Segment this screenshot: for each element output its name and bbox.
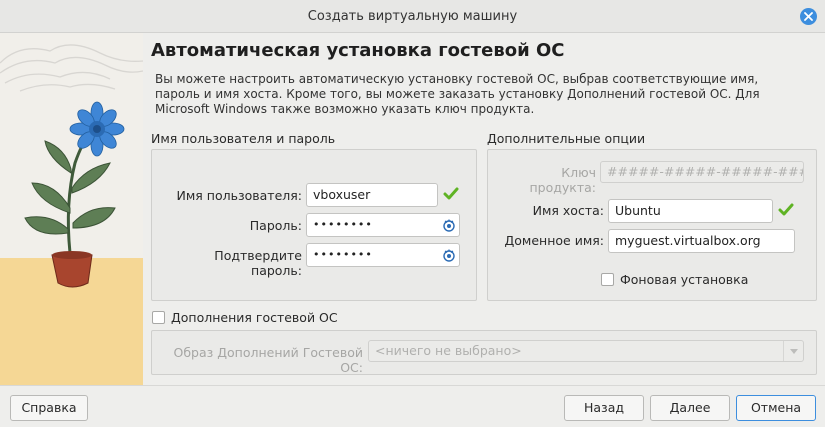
help-button[interactable]: Справка bbox=[10, 395, 88, 421]
options-group-label: Дополнительные опции bbox=[487, 131, 646, 146]
close-icon bbox=[804, 12, 813, 21]
guest-additions-label: Дополнения гостевой ОС bbox=[171, 310, 338, 325]
next-button[interactable]: Далее bbox=[650, 395, 730, 421]
dialog-footer: Справка Назад Далее Отмена bbox=[0, 385, 825, 427]
password-label: Пароль: bbox=[249, 218, 302, 233]
window-title: Создать виртуальную машину bbox=[307, 9, 518, 24]
domain-label: Доменное имя: bbox=[504, 233, 604, 248]
guest-additions-iso-label: Образ Дополнений Гостевой ОС: bbox=[173, 345, 364, 375]
product-key-label: Ключ продукта: bbox=[529, 165, 597, 195]
password-input[interactable]: •••••••• bbox=[306, 213, 460, 237]
close-button[interactable] bbox=[800, 8, 817, 25]
username-input[interactable]: vboxuser bbox=[306, 183, 438, 207]
unattended-label: Фоновая установка bbox=[620, 272, 749, 287]
hostname-label: Имя хоста: bbox=[532, 203, 604, 218]
confirm-password-label: Подтвердите пароль: bbox=[214, 248, 302, 278]
username-label: Имя пользователя: bbox=[176, 188, 302, 203]
hostname-valid-check-icon bbox=[778, 203, 794, 216]
cancel-button[interactable]: Отмена bbox=[736, 395, 816, 421]
back-button[interactable]: Назад bbox=[564, 395, 644, 421]
wizard-illustration bbox=[0, 33, 143, 385]
unattended-checkbox[interactable] bbox=[601, 273, 614, 286]
page-description: Вы можете настроить автоматическую устан… bbox=[155, 72, 760, 116]
confirm-password-input[interactable]: •••••••• bbox=[306, 243, 460, 267]
credentials-group-label: Имя пользователя и пароль bbox=[151, 131, 336, 146]
domain-input[interactable]: myguest.virtualbox.org bbox=[608, 229, 795, 253]
dropdown-arrow-icon bbox=[783, 341, 803, 361]
guest-additions-checkbox[interactable] bbox=[152, 311, 165, 324]
window-titlebar: Создать виртуальную машину bbox=[0, 0, 825, 33]
show-confirm-password-icon[interactable] bbox=[442, 248, 456, 262]
show-password-icon[interactable] bbox=[442, 218, 456, 232]
hostname-input[interactable]: Ubuntu bbox=[608, 199, 773, 223]
valid-check-icon bbox=[443, 187, 459, 200]
page-title: Автоматическая установка гостевой ОС bbox=[151, 40, 565, 61]
guest-additions-iso-value: <ничего не выбрано> bbox=[375, 343, 522, 358]
guest-additions-iso-select[interactable]: <ничего не выбрано> bbox=[368, 340, 804, 362]
product-key-input[interactable]: #####-#####-#####-#####-##### bbox=[600, 161, 804, 183]
